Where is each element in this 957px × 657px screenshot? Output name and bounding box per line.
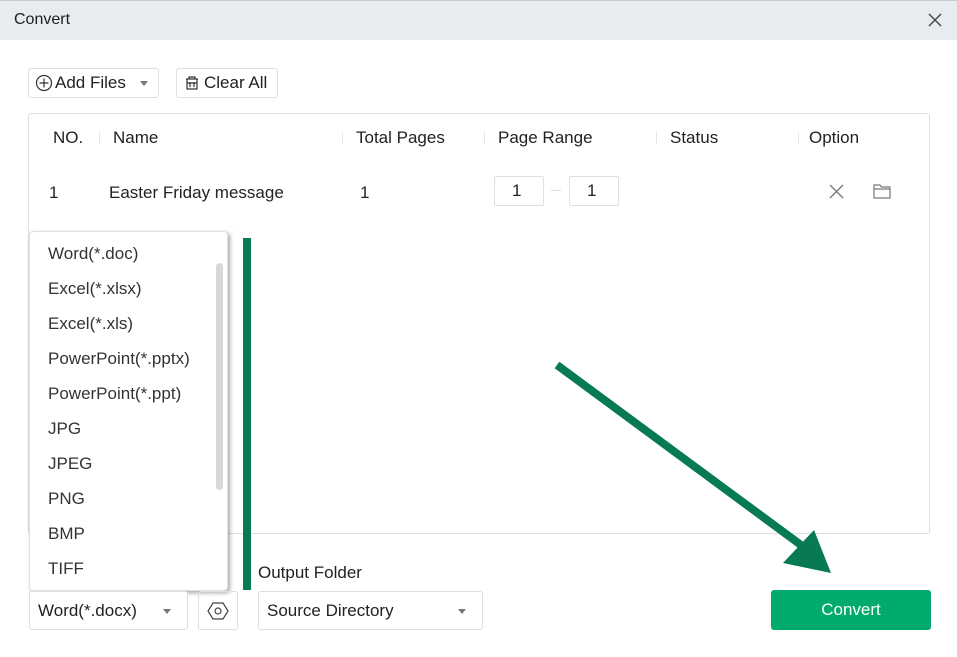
close-icon[interactable] xyxy=(927,12,943,28)
header-total-pages: Total Pages xyxy=(356,128,445,147)
settings-hex-icon xyxy=(207,601,229,620)
trash-icon xyxy=(186,76,198,90)
page-range-to-input[interactable]: 1 xyxy=(569,176,619,206)
column-divider xyxy=(798,132,799,144)
format-option[interactable]: PowerPoint(*.pptx) xyxy=(48,349,190,369)
add-files-button[interactable]: Add Files xyxy=(28,68,159,98)
format-option[interactable]: JPEG xyxy=(48,454,92,474)
page-range-from-input[interactable]: 1 xyxy=(494,176,544,206)
header-name: Name xyxy=(113,128,159,147)
column-divider xyxy=(99,132,100,144)
format-option[interactable]: BMP xyxy=(48,524,85,544)
column-divider xyxy=(342,132,343,144)
header-no: NO. xyxy=(53,128,84,147)
plus-circle-icon xyxy=(35,74,53,92)
convert-button[interactable]: Convert xyxy=(771,590,931,630)
format-dropdown-list: Word(*.doc) Excel(*.xlsx) Excel(*.xls) P… xyxy=(29,231,228,591)
window-title: Convert xyxy=(14,11,71,28)
dropdown-scrollbar[interactable] xyxy=(216,263,223,490)
remove-icon[interactable] xyxy=(829,184,844,199)
header-page-range: Page Range xyxy=(498,128,593,147)
format-option[interactable]: PowerPoint(*.ppt) xyxy=(48,384,181,404)
format-select-value: Word(*.docx) xyxy=(38,600,137,620)
format-select[interactable]: Word(*.docx) xyxy=(29,591,188,630)
header-status: Status xyxy=(670,128,719,147)
range-dash xyxy=(551,190,561,191)
clear-all-label: Clear All xyxy=(204,73,268,92)
column-divider xyxy=(656,132,657,144)
row-name: Easter Friday message xyxy=(109,183,284,202)
header-option: Option xyxy=(809,128,860,147)
output-folder-select[interactable]: Source Directory xyxy=(258,591,483,630)
add-files-label: Add Files xyxy=(55,73,126,92)
output-folder-label: Output Folder xyxy=(258,563,362,582)
annotation-bar xyxy=(243,238,251,590)
output-folder-value: Source Directory xyxy=(267,600,394,620)
column-divider xyxy=(484,132,485,144)
format-option[interactable]: Excel(*.xls) xyxy=(48,314,133,334)
row-no: 1 xyxy=(49,183,59,202)
format-option[interactable]: Excel(*.xlsx) xyxy=(48,279,142,299)
format-option[interactable]: Word(*.doc) xyxy=(48,244,138,264)
chevron-down-icon xyxy=(163,609,171,614)
chevron-down-icon[interactable] xyxy=(139,80,148,86)
title-bar: Convert xyxy=(0,0,957,40)
format-option[interactable]: TIFF xyxy=(48,559,84,579)
format-option[interactable]: PNG xyxy=(48,489,85,509)
clear-all-button[interactable]: Clear All xyxy=(176,68,278,98)
chevron-down-icon xyxy=(458,609,466,614)
folder-icon[interactable] xyxy=(873,183,891,199)
format-option[interactable]: JPG xyxy=(48,419,81,439)
settings-button[interactable] xyxy=(198,591,238,630)
row-total-pages: 1 xyxy=(360,183,370,202)
